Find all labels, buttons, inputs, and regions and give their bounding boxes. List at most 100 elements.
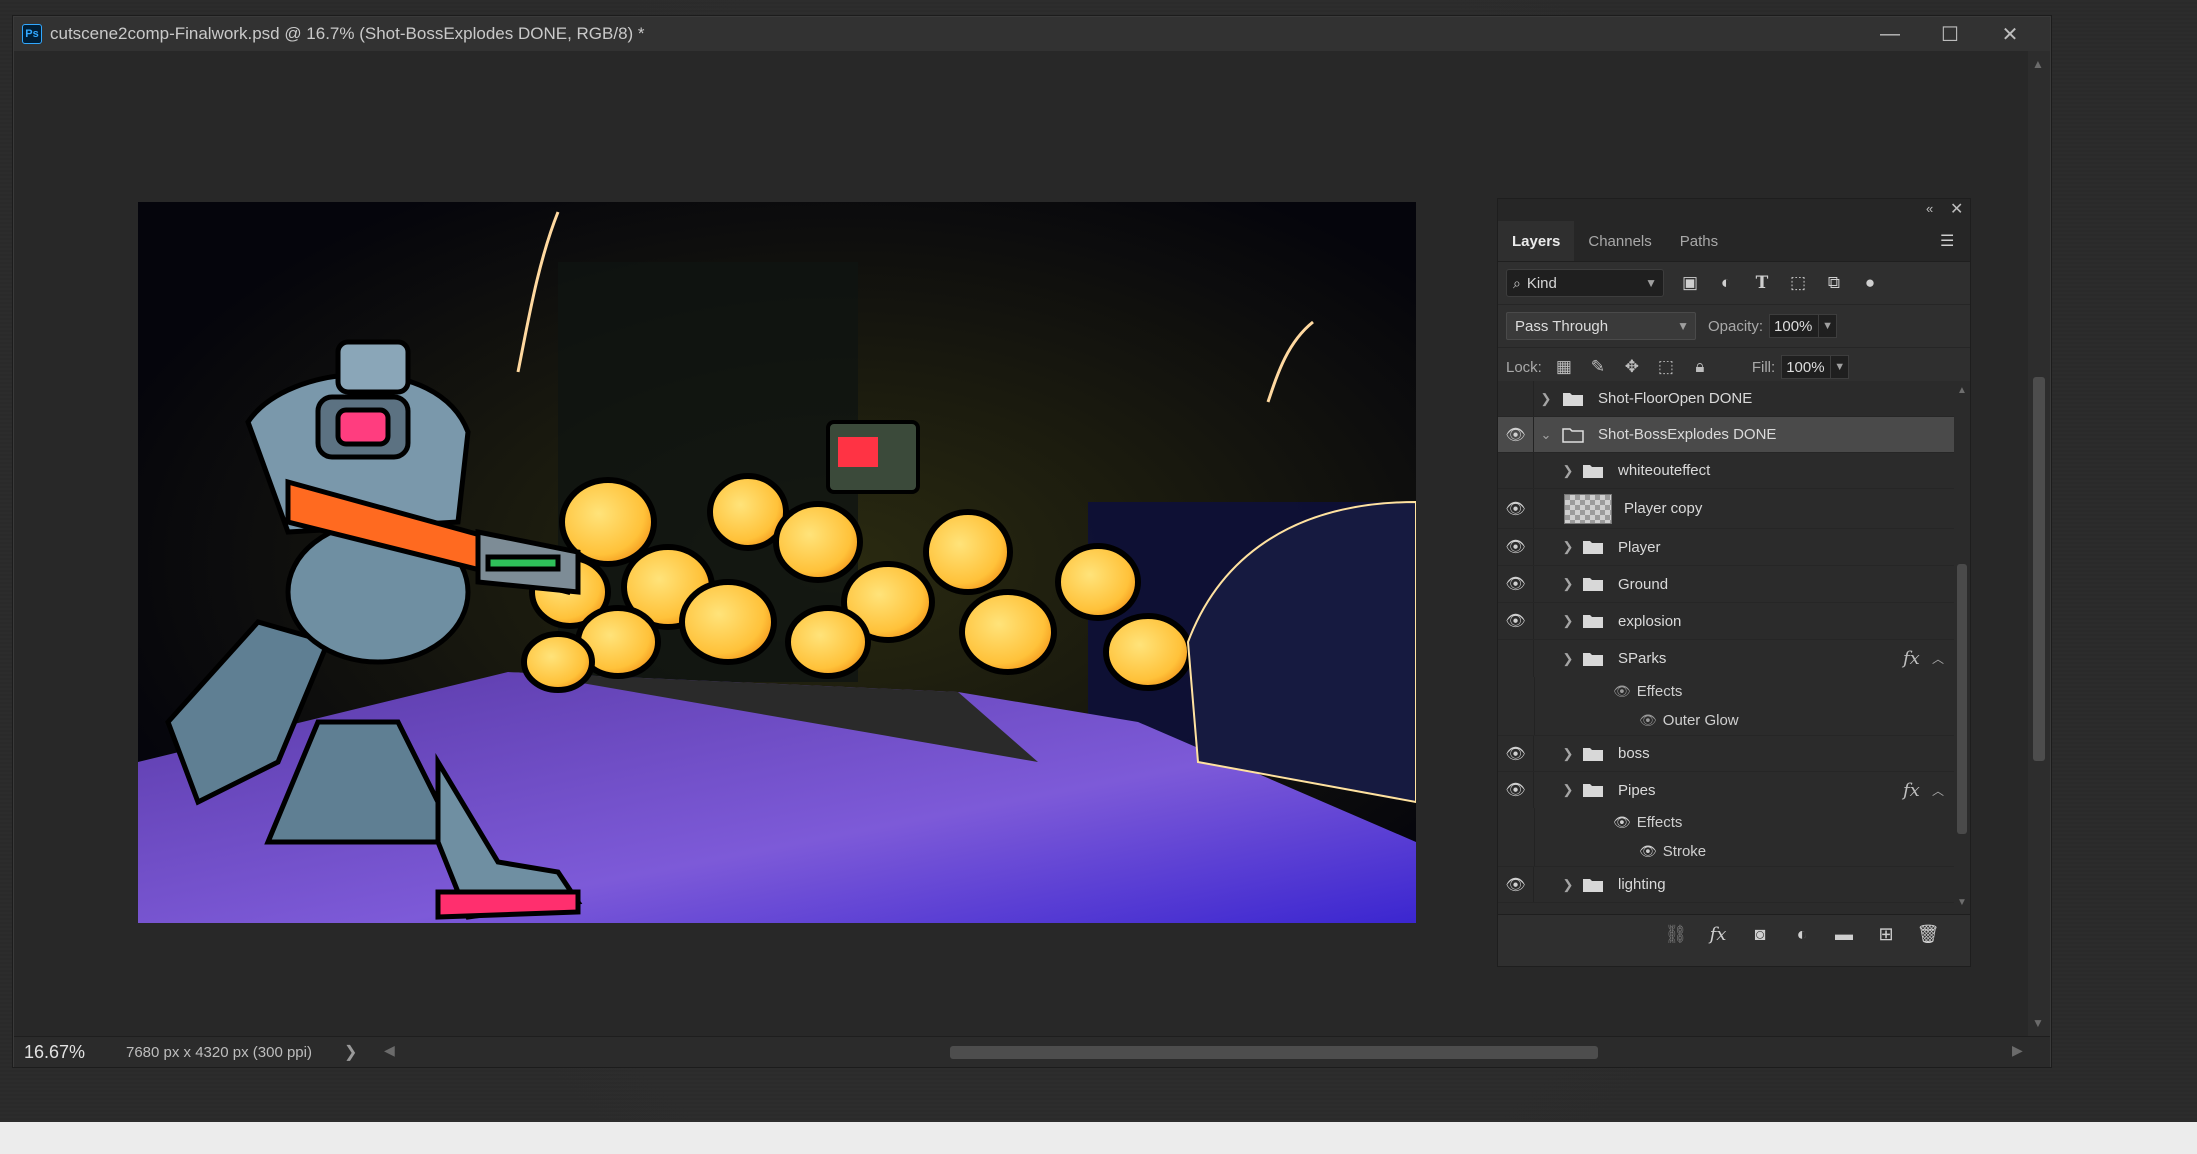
visibility-toggle-off[interactable] — [1498, 453, 1534, 488]
minimize-button[interactable]: — — [1860, 17, 1920, 51]
filter-adjustment-layers-icon[interactable]: ◐ — [1714, 273, 1738, 293]
chevron-right-icon[interactable]: ❯ — [1538, 391, 1554, 407]
scroll-up-arrow-icon[interactable]: ▲ — [1957, 385, 1967, 396]
lock-artboard-icon[interactable]: ⬚ — [1654, 357, 1678, 377]
chevron-right-icon[interactable]: ❯ — [1560, 539, 1576, 555]
scroll-down-arrow-icon[interactable]: ▼ — [1957, 897, 1967, 908]
panel-header-bar[interactable]: « ✕ — [1498, 199, 1970, 221]
eye-icon[interactable]: 👁︎ — [1498, 489, 1534, 528]
filter-shape-layers-icon[interactable]: ⬚ — [1786, 273, 1810, 293]
chevron-right-icon[interactable]: ❯ — [1560, 613, 1576, 629]
scroll-down-arrow-icon[interactable]: ▼ — [2032, 1016, 2044, 1030]
tab-paths[interactable]: Paths — [1666, 221, 1732, 261]
fill-chevron-icon[interactable]: ▼ — [1831, 355, 1850, 379]
folder-icon — [1580, 612, 1606, 630]
lock-all-icon[interactable]: 🔒︎ — [1688, 357, 1712, 377]
filter-kind-dropdown[interactable]: ⌕ Kind ▼ — [1506, 269, 1664, 297]
status-info-chevron-icon[interactable]: ❯ — [344, 1042, 364, 1062]
folder-icon — [1580, 876, 1606, 894]
layers-scroll-thumb[interactable] — [1957, 564, 1967, 834]
visibility-toggle-off[interactable] — [1498, 381, 1534, 416]
close-panel-icon[interactable]: ✕ — [1950, 199, 1963, 219]
layer-effects-fx-icon[interactable]: fx — [1903, 780, 1920, 801]
effect-item-row[interactable]: 👁︎ Stroke — [1498, 836, 1954, 867]
filter-pixel-layers-icon[interactable]: ▣ — [1678, 273, 1702, 293]
eye-icon[interactable]: 👁︎ — [1498, 529, 1534, 565]
layers-list: ❯ Shot-FloorOpen DONE 👁︎ ⌄ Shot-BossExpl… — [1498, 381, 1970, 914]
chevron-right-icon[interactable]: ❯ — [1560, 782, 1576, 798]
tab-channels[interactable]: Channels — [1574, 221, 1665, 261]
chevron-right-icon[interactable]: ❯ — [1560, 463, 1576, 479]
layer-row-selected[interactable]: 👁︎ ⌄ Shot-BossExplodes DONE — [1498, 417, 1954, 453]
add-layer-mask-icon[interactable]: ◙ — [1748, 924, 1772, 945]
maximize-button[interactable]: ☐ — [1920, 17, 1980, 51]
filter-type-layers-icon[interactable]: T — [1750, 273, 1774, 293]
chevron-right-icon[interactable]: ❯ — [1560, 746, 1576, 762]
tab-layers[interactable]: Layers — [1498, 221, 1575, 261]
horizontal-scrollbar[interactable]: ◀ ▶ — [378, 1041, 2028, 1063]
close-button[interactable]: ✕ — [1980, 17, 2040, 51]
blend-mode-dropdown[interactable]: Pass Through ▼ — [1506, 312, 1696, 340]
fill-field[interactable]: 100% — [1781, 355, 1832, 379]
visibility-toggle-off[interactable] — [1498, 640, 1534, 677]
layer-row[interactable]: 👁︎ ❯ Ground — [1498, 566, 1954, 603]
delete-layer-trash-icon[interactable]: 🗑︎ — [1916, 924, 1940, 945]
blend-mode-value: Pass Through — [1515, 317, 1609, 335]
filter-smart-objects-icon[interactable]: ⧉ — [1822, 273, 1846, 293]
title-bar[interactable]: Ps cutscene2comp-Finalwork.psd @ 16.7% (… — [14, 17, 2050, 51]
eye-icon[interactable]: 👁︎ — [1613, 814, 1631, 831]
layer-row[interactable]: ❯ SParks fx ︿ — [1498, 640, 1954, 677]
eye-icon[interactable]: 👁︎ — [1498, 417, 1534, 452]
scroll-up-arrow-icon[interactable]: ▲ — [2032, 57, 2044, 71]
vertical-scroll-thumb[interactable] — [2033, 377, 2045, 761]
zoom-level-field[interactable]: 16.67% — [24, 1042, 116, 1063]
document-canvas-image[interactable] — [138, 202, 1416, 923]
collapse-panel-icon[interactable]: « — [1926, 201, 1933, 216]
eye-icon[interactable]: 👁︎ — [1498, 736, 1534, 771]
opacity-chevron-icon[interactable]: ▼ — [1819, 314, 1838, 338]
scroll-right-arrow-icon[interactable]: ▶ — [2012, 1042, 2023, 1059]
vertical-scrollbar[interactable]: ▲ ▼ — [2028, 51, 2050, 1036]
lock-transparent-pixels-icon[interactable]: ▦ — [1552, 357, 1576, 377]
chevron-right-icon[interactable]: ❯ — [1560, 576, 1576, 592]
horizontal-scroll-thumb[interactable] — [950, 1046, 1598, 1059]
link-layers-icon[interactable]: ⛓︎ — [1664, 924, 1688, 945]
eye-icon[interactable]: 👁︎ — [1613, 683, 1631, 700]
layer-row[interactable]: ❯ whiteouteffect — [1498, 453, 1954, 489]
opacity-field[interactable]: 100% — [1769, 314, 1820, 338]
eye-icon[interactable]: 👁︎ — [1639, 712, 1657, 729]
layers-panel: « ✕ Layers Channels Paths ☰ ⌕ Kind ▼ ▣ ◐… — [1497, 198, 1971, 967]
lock-image-pixels-icon[interactable]: ✎ — [1586, 357, 1610, 377]
layer-row[interactable]: 👁︎ ❯ Player — [1498, 529, 1954, 566]
effects-header-row[interactable]: 👁︎ Effects — [1498, 677, 1954, 705]
chevron-up-icon[interactable]: ︿ — [1932, 650, 1944, 667]
new-layer-icon[interactable]: ⊞ — [1874, 924, 1898, 945]
layer-row[interactable]: 👁︎ ❯ Pipes fx ︿ — [1498, 772, 1954, 808]
layer-row[interactable]: ❯ Shot-FloorOpen DONE — [1498, 381, 1954, 417]
layer-effects-fx-icon[interactable]: fx — [1903, 648, 1920, 669]
layer-row[interactable]: 👁︎ Player copy — [1498, 489, 1954, 529]
document-title: cutscene2comp-Finalwork.psd @ 16.7% (Sho… — [50, 24, 645, 43]
layer-row[interactable]: 👁︎ ❯ explosion — [1498, 603, 1954, 640]
layer-row[interactable]: 👁︎ ❯ lighting — [1498, 867, 1954, 903]
chevron-up-icon[interactable]: ︿ — [1932, 782, 1944, 799]
lock-position-icon[interactable]: ✥ — [1620, 357, 1644, 377]
chevron-down-icon[interactable]: ⌄ — [1538, 427, 1554, 443]
effects-header-row[interactable]: 👁︎ Effects — [1498, 808, 1954, 836]
new-group-folder-icon[interactable]: ▬ — [1832, 924, 1856, 945]
filter-toggle-icon[interactable]: ● — [1858, 273, 1882, 293]
eye-icon[interactable]: 👁︎ — [1498, 867, 1534, 902]
chevron-right-icon[interactable]: ❯ — [1560, 651, 1576, 667]
layer-row[interactable]: 👁︎ ❯ boss — [1498, 736, 1954, 772]
eye-icon[interactable]: 👁︎ — [1498, 603, 1534, 639]
panel-menu-icon[interactable]: ☰ — [1940, 231, 1954, 251]
layers-scrollbar[interactable]: ▲ ▼ — [1954, 381, 1970, 914]
eye-icon[interactable]: 👁︎ — [1498, 772, 1534, 808]
add-layer-style-fx-icon[interactable]: fx — [1706, 924, 1730, 945]
eye-icon[interactable]: 👁︎ — [1639, 843, 1657, 860]
eye-icon[interactable]: 👁︎ — [1498, 566, 1534, 602]
effect-item-row[interactable]: 👁︎ Outer Glow — [1498, 705, 1954, 736]
chevron-right-icon[interactable]: ❯ — [1560, 877, 1576, 893]
scroll-left-arrow-icon[interactable]: ◀ — [384, 1042, 395, 1059]
new-adjustment-layer-icon[interactable]: ◐ — [1790, 924, 1814, 945]
